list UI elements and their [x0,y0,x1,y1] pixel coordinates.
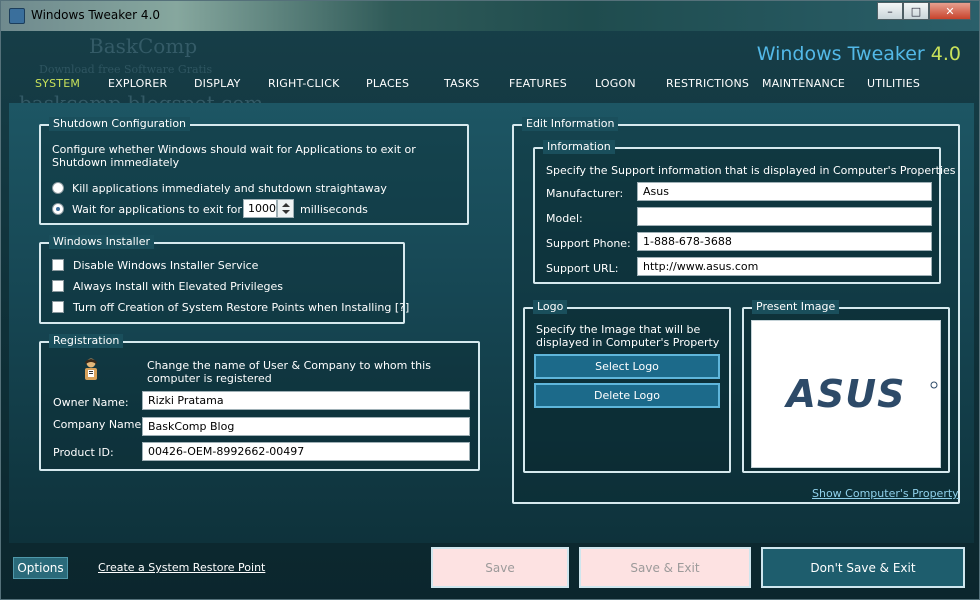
present-image-preview: ASUS [751,320,941,468]
owner-name-input[interactable]: Rizki Pratama [142,391,470,410]
wait-time-stepper[interactable] [277,199,294,218]
information-group: Information Specify the Support informat… [533,140,956,284]
dont-save-exit-button[interactable]: Don't Save & Exit [761,547,965,588]
minimize-button[interactable]: – [877,2,903,20]
support-phone-input[interactable]: 1-888-678-3688 [637,232,932,251]
registration-group: Registration Change the name of User & C… [39,334,480,471]
support-url-label: Support URL: [546,262,619,275]
tab-features[interactable]: FEATURES [509,77,567,90]
tab-places[interactable]: PLACES [366,77,409,90]
watermark-subtitle: Download free Software Gratis [39,63,213,76]
brand-version: 4.0 [930,43,961,65]
tab-tasks[interactable]: TASKS [444,77,480,90]
maximize-button[interactable]: □ [903,2,929,20]
product-id-input[interactable]: 00426-OEM-8992662-00497 [142,442,470,461]
checkbox-elevated-privileges[interactable] [52,280,64,292]
tab-display[interactable]: DISPLAY [194,77,241,90]
information-legend: Information [543,140,615,154]
company-name-input[interactable]: BaskComp Blog [142,417,470,436]
tab-explorer[interactable]: EXPLORER [108,77,167,90]
select-logo-button[interactable]: Select Logo [534,354,720,379]
tab-logon[interactable]: LOGON [595,77,636,90]
brand-name: Windows Tweaker [756,43,925,65]
main-nav: SYSTEM EXPLORER DISPLAY RIGHT-CLICK PLAC… [1,77,980,93]
app-window: Windows Tweaker 4.0 – □ ✕ BaskComp Downl… [0,0,980,600]
title-bar[interactable]: Windows Tweaker 4.0 – □ ✕ [1,1,979,31]
product-id-label: Product ID: [53,446,114,459]
checkbox-restore-points[interactable] [52,301,64,313]
radio-kill-apps[interactable] [52,182,64,194]
options-button[interactable]: Options [13,557,68,579]
create-restore-point-link[interactable]: Create a System Restore Point [98,561,265,574]
registration-description: Change the name of User & Company to who… [147,359,431,385]
window-title: Windows Tweaker 4.0 [31,8,161,22]
stepper-up-icon[interactable] [282,203,290,207]
support-phone-label: Support Phone: [546,237,631,250]
save-exit-button[interactable]: Save & Exit [579,547,751,588]
delete-logo-button[interactable]: Delete Logo [534,383,720,408]
asus-logo: ASUS [783,372,938,416]
checkbox-disable-installer[interactable] [52,259,64,271]
brand-title: Windows Tweaker 4.0 [757,43,961,65]
company-name-label: Company Name: [53,418,145,431]
tab-right-click[interactable]: RIGHT-CLICK [268,77,340,90]
tab-system[interactable]: SYSTEM [35,77,80,90]
shutdown-config-description: Configure whether Windows should wait fo… [52,143,416,169]
radio-wait-apps-label: Wait for applications to exit for [72,203,242,216]
checkbox-restore-points-label: Turn off Creation of System Restore Poin… [73,301,410,314]
owner-name-label: Owner Name: [53,396,129,409]
radio-wait-apps[interactable] [52,203,64,215]
tab-restrictions[interactable]: RESTRICTIONS [666,77,749,90]
tab-maintenance[interactable]: MAINTENANCE [762,77,845,90]
show-computer-property-link[interactable]: Show Computer's Property [812,487,959,500]
support-url-input[interactable]: http://www.asus.com [637,257,932,276]
save-button[interactable]: Save [431,547,569,588]
shutdown-config-legend: Shutdown Configuration [49,117,191,131]
app-icon [9,8,25,24]
checkbox-disable-installer-label: Disable Windows Installer Service [73,259,259,272]
checkbox-elevated-privileges-label: Always Install with Elevated Privileges [73,280,283,293]
manufacturer-label: Manufacturer: [546,187,624,200]
close-button[interactable]: ✕ [929,2,971,20]
user-icon [85,358,97,380]
stepper-down-icon[interactable] [282,210,290,214]
registration-legend: Registration [49,334,124,348]
manufacturer-input[interactable]: Asus [637,182,932,201]
shutdown-config-group: Shutdown Configuration Configure whether… [39,117,469,225]
edit-information-group: Edit Information Information Specify the… [512,117,960,504]
logo-description: Specify the Image that will be displayed… [536,323,720,349]
window-controls: – □ ✕ [877,2,971,20]
information-description: Specify the Support information that is … [546,164,956,177]
logo-legend: Logo [533,300,568,314]
model-label: Model: [546,212,583,225]
edit-information-legend: Edit Information [522,117,619,131]
wait-time-input[interactable]: 1000 [243,199,277,218]
windows-installer-legend: Windows Installer [49,235,155,249]
model-input[interactable] [637,207,932,226]
present-image-group: Present Image ASUS [742,300,950,473]
radio-kill-apps-label: Kill applications immediately and shutdo… [72,182,387,195]
tab-utilities[interactable]: UTILITIES [867,77,920,90]
wait-time-unit: milliseconds [300,203,368,216]
windows-installer-group: Windows Installer Disable Windows Instal… [39,235,409,324]
present-image-legend: Present Image [752,300,840,314]
watermark-title: BaskComp [89,34,198,58]
logo-group: Logo Specify the Image that will be disp… [523,300,731,473]
asus-logo-text: ASUS [783,372,905,416]
